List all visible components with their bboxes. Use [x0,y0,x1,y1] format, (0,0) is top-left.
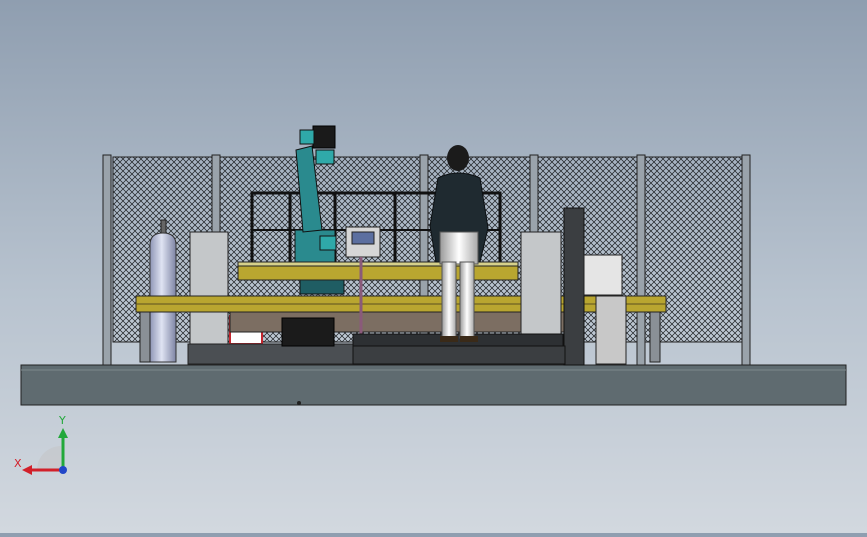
workpiece-table [237,261,519,281]
x-axis-label: X [14,457,22,470]
base-platform [20,364,847,406]
y-axis-label: Y [58,414,66,427]
operator-step-platform [352,333,566,365]
workcell-model [20,125,847,406]
gas-cylinder [149,219,177,363]
cad-viewport[interactable]: Y X [0,0,867,533]
coordinate-triad-icon: Y X [14,414,68,475]
